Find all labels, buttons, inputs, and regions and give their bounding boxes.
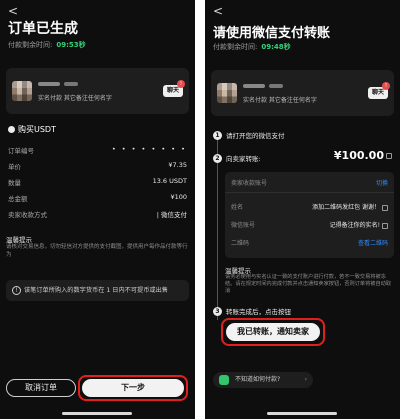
warning-text: 该笔订单所购入的数字货币在 1 日内不可提币或出售 [24, 287, 168, 294]
seller-name-blurred [269, 84, 283, 88]
step-connector [217, 140, 218, 320]
chevron-right-icon: › [304, 376, 307, 383]
back-icon[interactable]: < [213, 4, 223, 18]
notification-badge: ! [382, 82, 390, 90]
row-value: 13.6 USDT [152, 177, 187, 185]
order-row: 数量 13.6 USDT [8, 177, 187, 187]
seller-note: 实名付款 其它备注任何名字 [243, 97, 317, 104]
transfer-amount: ¥100.00 [334, 149, 392, 162]
row-label: 单价 [8, 163, 21, 171]
divider [225, 192, 394, 193]
row-value: ¥7.35 [168, 161, 187, 169]
step-label: 请打开您的微信支付 [226, 132, 285, 140]
seller-name-blurred [38, 82, 60, 86]
payment-details-card: 卖家收款账号 切换 姓名 添加二维码发红包 谢谢！ 微信账号 记得备注你的实名! 二维… [225, 172, 394, 258]
page-title: 订单已生成 [8, 21, 78, 37]
notify-seller-button[interactable]: 我已转账，通知卖家 [226, 323, 320, 341]
view-qr-link[interactable]: 查看二维码 [358, 238, 388, 247]
row-label: 卖家收款方式 [8, 211, 47, 219]
home-indicator [267, 412, 337, 415]
order-row: 单价 ¥7.35 [8, 161, 187, 171]
divider [195, 0, 205, 419]
copy-icon[interactable] [386, 153, 392, 159]
seller-card: 实名付款 其它备注任何名字 聊天 ! [211, 70, 394, 116]
pay-card-header: 卖家收款账号 切换 [231, 178, 388, 187]
seller-card: 实名付款 其它备注任何名字 聊天 ! [6, 68, 189, 114]
pay-card-row: 二维码 查看二维码 [231, 238, 388, 247]
step-number: 1 [213, 130, 222, 140]
payment-timer: 付款剩余时间: 09:48秒 [213, 42, 291, 52]
home-indicator [62, 412, 132, 415]
pay-card-row: 微信账号 记得备注你的实名! [231, 220, 388, 229]
next-step-button[interactable]: 下一步 [82, 379, 184, 397]
amount-value: ¥100.00 [333, 149, 384, 162]
screenshot: < 订单已生成 付款剩余时间: 09:53秒 实名付款 其它备注任何名字 聊天 !… [0, 0, 400, 419]
row-label: 微信账号 [231, 222, 256, 229]
row-label: 订单编号 [8, 147, 34, 155]
order-row: 卖家收款方式 | 微信支付 [8, 209, 187, 219]
step-number: 3 [213, 306, 222, 316]
section-title: 购买USDT [8, 124, 56, 135]
row-value-text: 记得备注你的实名! [329, 222, 380, 229]
section-title-label: 购买USDT [18, 125, 56, 134]
timer-label: 付款剩余时间: [213, 43, 258, 51]
row-value: 添加二维码发红包 谢谢！ [312, 202, 388, 211]
step-1: 1 请打开您的微信支付 [213, 130, 285, 140]
pay-card-row: 姓名 添加二维码发红包 谢谢！ [231, 202, 388, 211]
shield-icon [219, 375, 229, 385]
seller-name-blurred [243, 84, 265, 88]
step-2: 2 向卖家转账: [213, 153, 261, 163]
notes-title: 温馨提示 [6, 236, 32, 244]
wechat-transfer-screen: < 请使用微信支付转账 付款剩余时间: 09:48秒 实名付款 其它备注任何名字 … [205, 0, 400, 419]
row-label: 数量 [8, 179, 21, 187]
step-label: 向卖家转账: [226, 155, 261, 163]
step-label: 转账完成后，点击按钮 [226, 308, 291, 316]
order-row: 总金额 ¥100 [8, 193, 187, 203]
payment-timer: 付款剩余时间: 09:53秒 [8, 40, 86, 50]
notes-body: 请核对交易信息，切勿轻信对方提供的支付截图，提供用户每作品付款等行为 [6, 244, 188, 258]
back-icon[interactable]: < [8, 4, 18, 18]
seller-note: 实名付款 其它备注任何名字 [38, 95, 112, 102]
row-value: 记得备注你的实名! [330, 220, 388, 229]
order-row: 订单编号 • • • • • • • • [8, 145, 187, 155]
avatar [217, 83, 237, 103]
usdt-icon [8, 126, 15, 133]
order-created-screen: < 订单已生成 付款剩余时间: 09:53秒 实名付款 其它备注任何名字 聊天 !… [0, 0, 195, 419]
step-number: 2 [213, 153, 222, 163]
help-label: 不知道如何付款? [235, 376, 281, 383]
row-value-text: 添加二维码发红包 谢谢！ [312, 204, 380, 211]
switch-link[interactable]: 切换 [376, 178, 388, 187]
warning-box: ! 该笔订单所购入的数字货币在 1 日内不可提币或出售 [6, 280, 189, 301]
row-value: | 微信支付 [156, 211, 187, 219]
row-label: 姓名 [231, 204, 244, 211]
copy-icon[interactable] [382, 204, 388, 211]
timer-value: 09:53秒 [56, 41, 86, 49]
avatar [12, 81, 32, 101]
cancel-order-button[interactable]: 取消订单 [6, 379, 76, 397]
step-3: 3 转账完成后，点击按钮 [213, 306, 291, 316]
row-value: • • • • • • • • [111, 145, 187, 153]
timer-label: 付款剩余时间: [8, 41, 53, 49]
row-value: ¥100 [170, 193, 187, 201]
seller-name-blurred [64, 82, 78, 86]
pay-card-header-label: 卖家收款账号 [231, 180, 268, 187]
row-label: 二维码 [231, 240, 250, 247]
timer-value: 09:48秒 [261, 43, 291, 51]
notification-badge: ! [177, 80, 185, 88]
row-label: 总金额 [8, 195, 28, 203]
notes-body: 请务必使用与实名认证一致的支付账户进行付款，若不一致交易将被冻结。请在规定时间内… [225, 274, 392, 294]
copy-icon[interactable] [382, 222, 388, 229]
page-title: 请使用微信支付转账 [213, 26, 331, 41]
payment-help-banner[interactable]: 不知道如何付款? › [213, 372, 313, 388]
alert-icon: ! [12, 286, 21, 295]
